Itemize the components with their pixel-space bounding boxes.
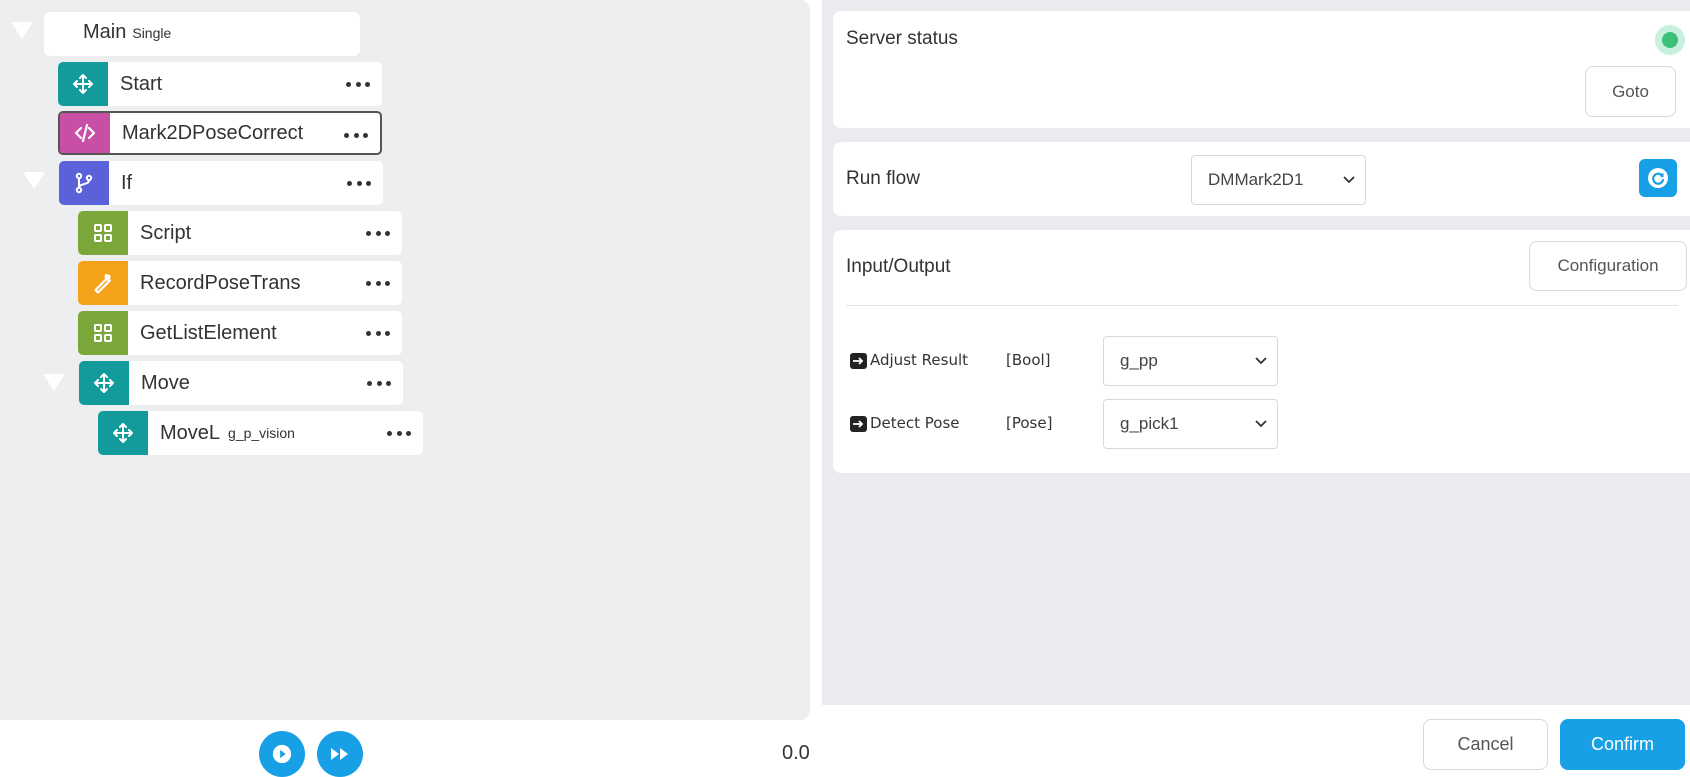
move-arrows-icon — [98, 411, 148, 455]
wrench-icon — [78, 261, 128, 305]
chevron-down-icon — [1255, 357, 1267, 365]
more-options-icon[interactable] — [387, 423, 411, 443]
run-flow-title: Run flow — [846, 168, 920, 189]
code-icon — [60, 113, 110, 153]
node-label: Script — [140, 221, 192, 244]
more-options-icon[interactable] — [366, 273, 390, 293]
cancel-button[interactable]: Cancel — [1423, 719, 1548, 770]
confirm-button[interactable]: Confirm — [1560, 719, 1685, 770]
goto-button[interactable]: Goto — [1585, 66, 1676, 117]
collapse-main-toggle[interactable] — [11, 22, 33, 39]
divider — [846, 305, 1678, 306]
flow-node-mark2dposecorrect[interactable]: Mark2DPoseCorrect — [58, 111, 382, 155]
flow-panel: Main Single Start Mark2DPoseCorrect If S… — [0, 0, 810, 720]
fast-forward-icon — [331, 748, 348, 760]
play-button[interactable] — [259, 731, 305, 777]
grid-icon — [78, 211, 128, 255]
chevron-down-icon — [1255, 420, 1267, 428]
flow-node-move[interactable]: Move — [79, 361, 403, 405]
run-flow-select[interactable]: DMMark2D1 — [1191, 155, 1366, 205]
io-variable-value: g_pick1 — [1120, 414, 1179, 433]
io-type: [Bool] — [1006, 351, 1051, 369]
flow-node-script[interactable]: Script — [78, 211, 402, 255]
node-label: Mark2DPoseCorrect — [122, 121, 304, 144]
more-options-icon[interactable] — [366, 323, 390, 343]
io-variable-value: g_pp — [1120, 351, 1158, 370]
io-name: Detect Pose — [870, 414, 960, 432]
branch-icon — [59, 161, 109, 205]
io-row: Adjust Result [Bool] g_pp — [833, 336, 1433, 386]
io-card: Input/Output Configuration Adjust Result… — [833, 230, 1690, 473]
move-arrows-icon — [58, 62, 108, 106]
flow-node-movel[interactable]: MoveL g_p_vision — [98, 411, 423, 455]
io-row: Detect Pose [Pose] g_pick1 — [833, 399, 1433, 449]
flow-node-recordposetrans[interactable]: RecordPoseTrans — [78, 261, 402, 305]
flow-node-if[interactable]: If — [59, 161, 383, 205]
main-node-label: Main — [83, 21, 127, 43]
run-flow-card: Run flow DMMark2D1 — [833, 142, 1690, 216]
node-label: If — [121, 171, 133, 194]
more-options-icon[interactable] — [347, 173, 371, 193]
server-status-title: Server status — [846, 28, 958, 49]
play-icon — [272, 744, 292, 764]
run-flow-value: DMMark2D1 — [1208, 170, 1304, 189]
flow-node-start[interactable]: Start — [58, 62, 382, 106]
status-indicator-icon — [1655, 25, 1685, 55]
refresh-icon — [1648, 168, 1668, 188]
refresh-button[interactable] — [1639, 159, 1677, 197]
io-title: Input/Output — [846, 256, 951, 277]
io-type: [Pose] — [1006, 414, 1053, 432]
speed-value: 0.0 — [782, 742, 810, 764]
more-options-icon[interactable] — [344, 125, 368, 145]
main-node-mode: Single — [132, 25, 172, 41]
io-variable-select[interactable]: g_pp — [1103, 336, 1278, 386]
output-arrow-icon — [850, 416, 867, 432]
io-variable-select[interactable]: g_pick1 — [1103, 399, 1278, 449]
node-label: RecordPoseTrans — [140, 271, 301, 294]
io-name: Adjust Result — [870, 351, 969, 369]
collapse-if-toggle[interactable] — [23, 172, 45, 189]
node-label: Move — [141, 371, 190, 394]
move-arrows-icon — [79, 361, 129, 405]
node-point-label: g_p_vision — [228, 425, 295, 441]
more-options-icon[interactable] — [346, 74, 370, 94]
chevron-down-icon — [1343, 176, 1355, 184]
node-label: Start — [120, 72, 163, 95]
collapse-move-toggle[interactable] — [43, 374, 65, 391]
more-options-icon[interactable] — [366, 223, 390, 243]
configuration-button[interactable]: Configuration — [1529, 241, 1687, 291]
flow-node-main[interactable]: Main Single — [44, 12, 360, 56]
grid-icon — [78, 311, 128, 355]
node-label: GetListElement — [140, 321, 277, 344]
node-label: MoveL — [160, 421, 221, 444]
flow-node-getlistelement[interactable]: GetListElement — [78, 311, 402, 355]
fast-forward-button[interactable] — [317, 731, 363, 777]
properties-panel: Server status Goto Run flow DMMark2D1 In… — [822, 0, 1690, 705]
more-options-icon[interactable] — [367, 373, 391, 393]
server-status-card: Server status Goto — [833, 11, 1690, 128]
output-arrow-icon — [850, 353, 867, 369]
